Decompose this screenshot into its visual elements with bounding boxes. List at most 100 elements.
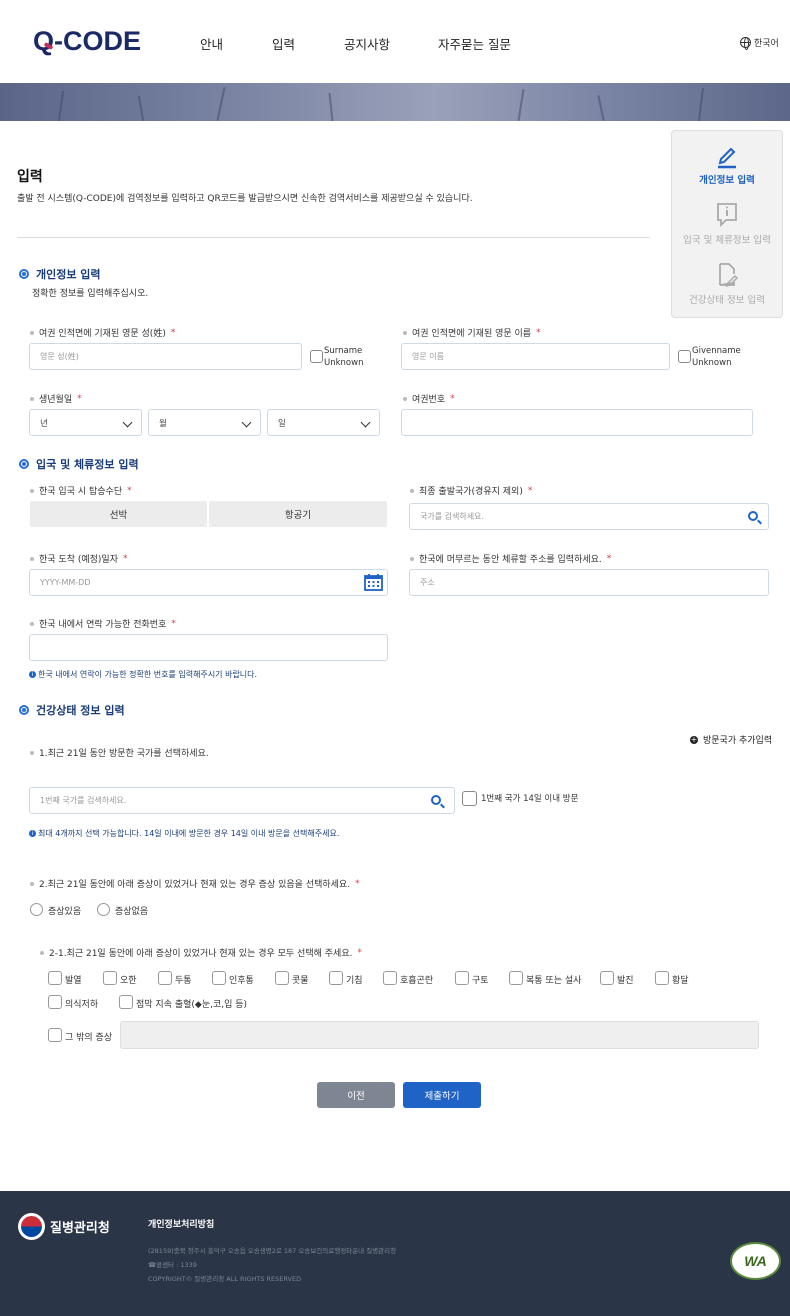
symptom-no-radio[interactable]: [97, 903, 110, 916]
web-accessibility-badge[interactable]: WA: [730, 1242, 781, 1280]
phone-notice: i 한국 내에서 연락이 가능한 정확한 번호를 입력해주시기 바랍니다.: [29, 669, 257, 680]
symptom-rash-checkbox[interactable]: [600, 971, 614, 985]
search-icon[interactable]: [748, 511, 758, 521]
given-unknown-checkbox[interactable]: [678, 350, 691, 363]
footer-phone: ☎콜센터 : 1339: [148, 1261, 197, 1269]
birth-year-select[interactable]: 년: [29, 409, 142, 436]
plus-circle-icon: +: [690, 734, 698, 744]
symptom-dyspnea-checkbox[interactable]: [383, 971, 397, 985]
pencil-icon: [718, 147, 736, 169]
other-symptom-label: 그 밖의 증상: [65, 1033, 113, 1043]
within-14-days-label: 1번째 국가 14일 이내 방문: [481, 794, 579, 804]
symptom-headache-checkbox[interactable]: [158, 971, 172, 985]
symptom-label: 발진: [617, 976, 634, 986]
symptom-fever-checkbox[interactable]: [48, 971, 62, 985]
footer-copyright: COPYRIGHT© 질병관리청 ALL RIGHTS RESERVED: [148, 1275, 302, 1283]
section-entry-title: 입국 및 체류정보 입력: [19, 456, 139, 472]
section-bullet-icon: [19, 705, 29, 715]
birth-day-select[interactable]: 일: [267, 409, 380, 436]
step-personal[interactable]: 개인정보 입력: [672, 143, 782, 186]
nav-input[interactable]: 입력: [272, 34, 295, 53]
search-icon[interactable]: [431, 795, 441, 805]
language-label: 한국어: [754, 39, 779, 49]
surname-input[interactable]: 영문 성(姓): [29, 343, 302, 370]
globe-icon: [740, 37, 751, 50]
birth-month-select[interactable]: 월: [148, 409, 261, 436]
symptom-runny-nose-checkbox[interactable]: [275, 971, 289, 985]
departure-country-search[interactable]: 국가를 검색하세요.: [409, 503, 769, 530]
submit-button[interactable]: 제출하기: [403, 1082, 481, 1108]
section-personal-subtitle: 정확한 정보를 입력해주십시오.: [32, 289, 149, 299]
symptom-abdominal-checkbox[interactable]: [509, 971, 523, 985]
surname-unknown-label: Surname Unknown: [324, 346, 364, 368]
prev-button[interactable]: 이전: [317, 1082, 395, 1108]
phone-input[interactable]: [29, 634, 388, 661]
other-symptom-checkbox[interactable]: [48, 1028, 62, 1042]
q21-label: 2-1.최근 21일 동안에 아래 증상이 있었거나 현재 있는 경우 모두 선…: [40, 946, 362, 959]
section-personal-title: 개인정보 입력: [19, 266, 101, 282]
symptom-vomit-checkbox[interactable]: [455, 971, 469, 985]
symptom-consciousness-checkbox[interactable]: [48, 995, 62, 1009]
nav-guide[interactable]: 안내: [200, 34, 223, 53]
steps-panel: 개인정보 입력 입국 및 체류정보 입력 건강상태 정보 입력: [671, 130, 783, 318]
visited-country-search[interactable]: 1번째 국가를 검색하세요.: [29, 787, 455, 814]
taegeuk-icon: [18, 1213, 45, 1240]
given-unknown-label: Givenname Unknown: [692, 346, 741, 368]
site-footer: 질병관리청 개인정보처리방침 (28159)충북 청주시 흥덕구 오송읍 오송생…: [0, 1191, 790, 1316]
symptom-label: 인후통: [229, 976, 254, 986]
symptom-label: 구토: [472, 976, 489, 986]
symptom-label: 오한: [120, 976, 137, 986]
transport-airplane-button[interactable]: 항공기: [209, 501, 387, 527]
symptom-jaundice-checkbox[interactable]: [655, 971, 669, 985]
transport-label: 한국 입국 시 탑승수단 *: [30, 484, 132, 497]
qcode-logo[interactable]: Q-CODE: [33, 26, 141, 57]
phone-label: 한국 내에서 연락 가능한 전화번호 *: [30, 617, 176, 630]
symptom-label: 호흡곤란: [400, 976, 434, 986]
symptom-no-label: 증상없음: [115, 907, 149, 917]
section-bullet-icon: [19, 459, 29, 469]
symptom-label: 두통: [175, 976, 192, 986]
step-entry[interactable]: 입국 및 체류정보 입력: [672, 201, 782, 246]
surname-unknown-checkbox[interactable]: [310, 350, 323, 363]
address-input[interactable]: 주소: [409, 569, 769, 596]
passport-input[interactable]: [401, 409, 753, 436]
symptom-label: 발열: [65, 976, 82, 986]
nav-faq[interactable]: 자주묻는 질문: [438, 34, 511, 53]
other-symptom-input[interactable]: [120, 1021, 759, 1049]
step-health[interactable]: 건강상태 정보 입력: [672, 261, 782, 306]
arrival-date-label: 한국 도착 (예정)일자 *: [30, 552, 128, 565]
header-banner: [0, 83, 790, 121]
given-name-label: 여권 인적면에 기재된 영문 이름 *: [403, 326, 541, 339]
given-name-input[interactable]: 영문 이름: [401, 343, 670, 370]
within-14-days-checkbox[interactable]: [462, 791, 477, 806]
language-selector[interactable]: 한국어: [740, 36, 779, 50]
symptom-label: 황달: [672, 976, 689, 986]
symptom-cough-checkbox[interactable]: [329, 971, 343, 985]
page-description: 출발 전 시스템(Q-CODE)에 검역정보를 입력하고 QR코드를 발급받으시…: [17, 194, 473, 204]
chevron-down-icon: [241, 417, 252, 428]
add-country-button[interactable]: + 방문국가 추가입력: [690, 733, 772, 746]
site-header: Q-CODE 안내 입력 공지사항 자주묻는 질문 한국어: [0, 0, 790, 83]
symptom-chills-checkbox[interactable]: [103, 971, 117, 985]
q1-notice: i 최대 4개까지 선택 가능합니다. 14일 이내에 방문한 경우 14일 이내…: [29, 828, 339, 839]
symptom-sore-throat-checkbox[interactable]: [212, 971, 226, 985]
symptom-bleeding-checkbox[interactable]: [119, 995, 133, 1009]
privacy-policy-link[interactable]: 개인정보처리방침: [148, 1217, 214, 1230]
address-label: 한국에 머무르는 동안 체류할 주소를 입력하세요. *: [410, 552, 611, 565]
symptom-yes-label: 증상있음: [48, 907, 82, 917]
calendar-icon[interactable]: [364, 574, 383, 591]
nav-notice[interactable]: 공지사항: [344, 34, 390, 53]
symptom-label: 기침: [346, 976, 363, 986]
chevron-down-icon: [122, 417, 133, 428]
kdca-logo[interactable]: 질병관리청: [18, 1213, 110, 1240]
chevron-down-icon: [360, 417, 371, 428]
symptom-yes-radio[interactable]: [30, 903, 43, 916]
document-edit-icon: [719, 263, 739, 288]
divider: [17, 237, 650, 238]
transport-ship-button[interactable]: 선박: [30, 501, 207, 527]
info-icon: [717, 203, 737, 228]
q1-label: 1.최근 21일 동안 방문한 국가를 선택하세요.: [30, 746, 209, 759]
symptom-label: 점막 지속 출혈(◆눈,코,입 등): [136, 1000, 248, 1010]
arrival-date-input[interactable]: YYYY-MM-DD: [29, 569, 388, 596]
footer-address: (28159)충북 청주시 흥덕구 오송읍 오송생명2로 187 오송보건의료행…: [148, 1247, 397, 1255]
